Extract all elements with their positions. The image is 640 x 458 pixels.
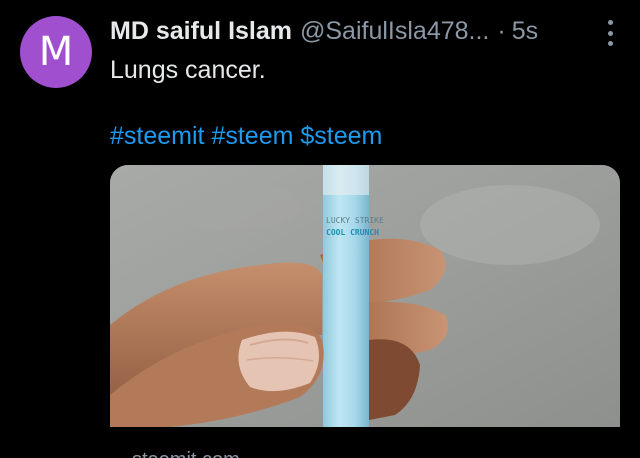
hashtag-row: #steemit #steem $steem bbox=[110, 120, 382, 152]
separator-dot: · bbox=[497, 16, 506, 45]
more-dot bbox=[607, 41, 613, 46]
more-vertical-icon[interactable] bbox=[600, 20, 620, 46]
avatar-letter: M bbox=[38, 29, 74, 75]
more-dot bbox=[607, 20, 613, 25]
cigarette-brand-line1: LUCKY STRIKE bbox=[326, 216, 384, 225]
cigarette-shape bbox=[323, 165, 369, 427]
avatar[interactable]: M bbox=[20, 16, 92, 88]
display-name[interactable]: MD saiful Islam bbox=[110, 17, 292, 46]
media-card[interactable]: LUCKY STRIKE COOL CRUNCH steemit.com bbox=[110, 165, 620, 458]
link-preview[interactable]: steemit.com bbox=[110, 427, 620, 458]
media-photo: LUCKY STRIKE COOL CRUNCH bbox=[110, 165, 620, 427]
hashtag-steemit[interactable]: #steemit bbox=[110, 122, 204, 150]
user-handle[interactable]: @SaifulIsla478... bbox=[300, 17, 489, 46]
hashtag-steem[interactable]: #steem bbox=[211, 122, 293, 150]
tweet-text: Lungs cancer. bbox=[110, 56, 266, 84]
link-domain: steemit.com bbox=[132, 449, 240, 458]
tweet-header: MD saiful Islam @SaifulIsla478... · 5s bbox=[110, 14, 628, 48]
timestamp[interactable]: 5s bbox=[512, 17, 538, 46]
tweet-view: M MD saiful Islam @SaifulIsla478... · 5s… bbox=[0, 0, 640, 458]
cigarette-brand-line2: COOL CRUNCH bbox=[326, 228, 379, 237]
more-dot bbox=[607, 30, 613, 36]
cashtag-steem[interactable]: $steem bbox=[300, 122, 382, 150]
